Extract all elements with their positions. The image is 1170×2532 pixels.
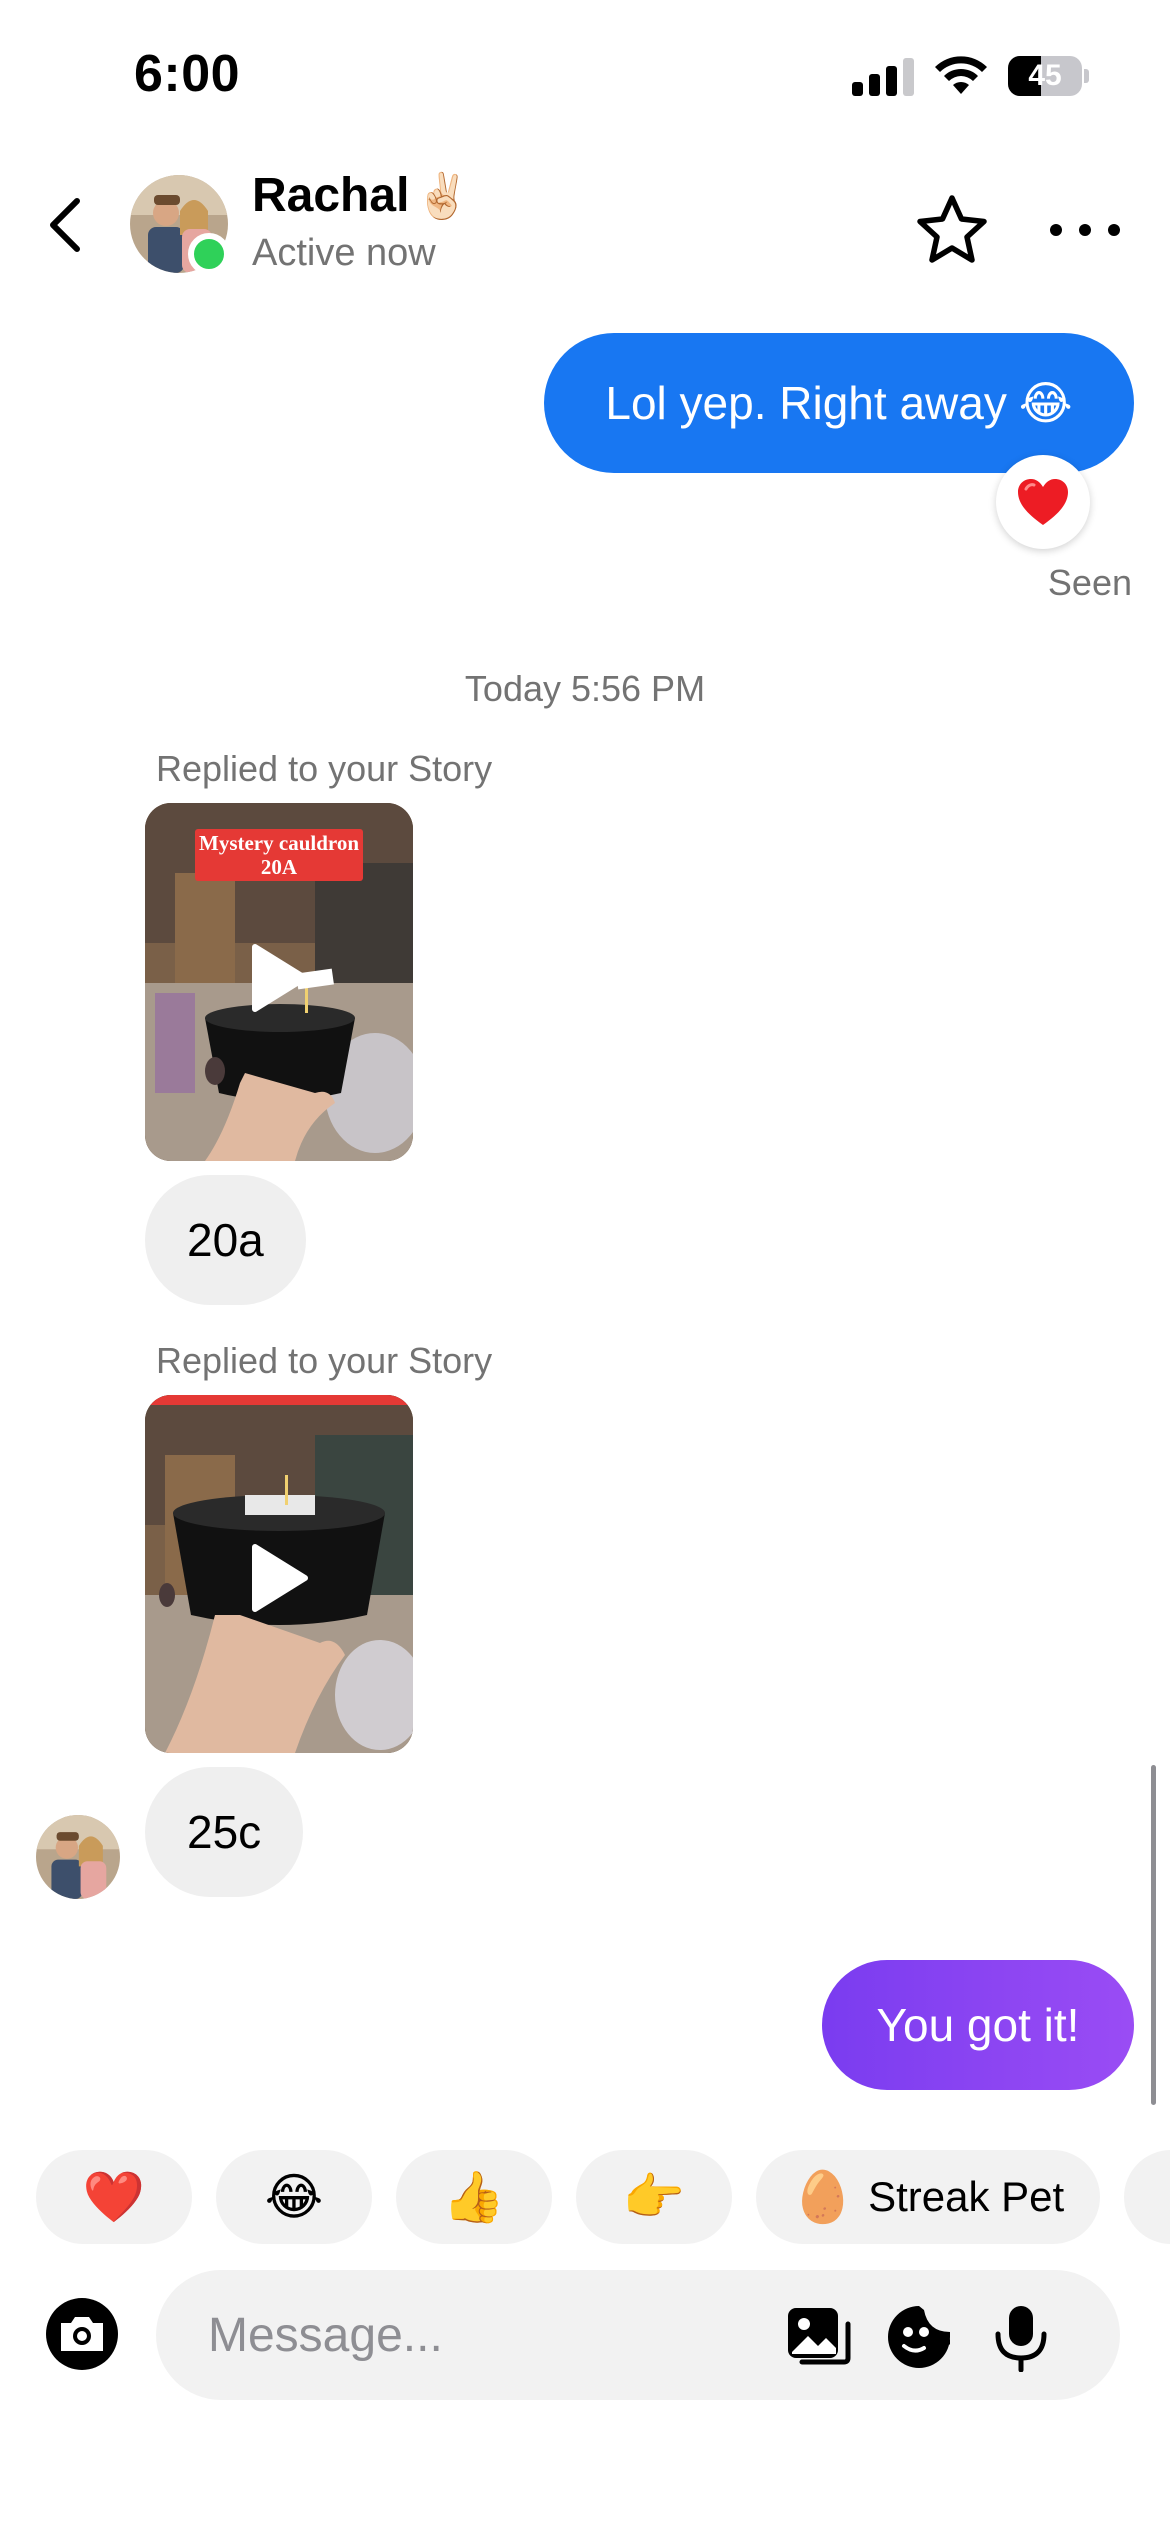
- pointing-hand-icon: 👉: [622, 2167, 686, 2226]
- contact-status: Active now: [252, 232, 436, 274]
- quick-reaction-laughing[interactable]: 😂: [216, 2150, 372, 2244]
- star-outline-icon: [917, 195, 987, 263]
- message-text: Lol yep. Right away: [605, 377, 1007, 429]
- scrollbar[interactable]: [1151, 1765, 1156, 2105]
- contact-name-row[interactable]: Rachal ✌🏻: [252, 168, 470, 223]
- story-thumbnail[interactable]: [145, 1395, 413, 1753]
- microphone-icon[interactable]: [986, 2302, 1056, 2372]
- heart-reaction[interactable]: [996, 455, 1090, 549]
- outgoing-message[interactable]: Lol yep. Right away 😂: [544, 333, 1134, 473]
- battery-level: 45: [1028, 59, 1062, 92]
- egg-icon: 🥚: [791, 2167, 855, 2226]
- sender-avatar[interactable]: [36, 1815, 120, 1899]
- message-timestamp: Today 5:56 PM: [464, 668, 706, 709]
- quick-reaction-pointing[interactable]: 👉: [576, 2150, 732, 2244]
- heart-icon: ❤️: [82, 2167, 146, 2226]
- contact-avatar-button[interactable]: [130, 175, 230, 275]
- quick-reactions-row: ❤️ 😂 👍 👉 🥚 Streak Pet: [36, 2150, 1170, 2244]
- camera-icon: [61, 2317, 103, 2351]
- quick-reaction-more[interactable]: [1124, 2150, 1170, 2244]
- incoming-message[interactable]: 20a: [145, 1175, 306, 1305]
- message-text: 20a: [187, 1214, 264, 1266]
- more-options-button[interactable]: [1050, 190, 1120, 270]
- message-composer: [156, 2270, 1120, 2400]
- play-icon: [252, 1544, 308, 1612]
- status-bar: 6:00 45: [0, 0, 1170, 150]
- message-emoji: 😂: [1018, 376, 1073, 430]
- battery-icon: 45: [1008, 56, 1089, 96]
- message-input[interactable]: [208, 2270, 768, 2400]
- status-time: 6:00: [134, 45, 241, 103]
- story-reply-label: Replied to your Story: [156, 1340, 493, 1381]
- quick-reaction-heart[interactable]: ❤️: [36, 2150, 192, 2244]
- more-horizontal-icon: [1050, 224, 1062, 236]
- chevron-left-icon: [50, 198, 80, 252]
- streak-pet-button[interactable]: 🥚 Streak Pet: [756, 2150, 1100, 2244]
- gallery-icon[interactable]: [782, 2302, 852, 2372]
- story-thumbnail[interactable]: Mystery cauldron 20A: [145, 803, 413, 1161]
- camera-button[interactable]: [46, 2298, 118, 2370]
- online-indicator: [188, 233, 230, 275]
- streak-pet-label: Streak Pet: [868, 2173, 1065, 2220]
- play-icon: [252, 944, 308, 1012]
- favorite-button[interactable]: [912, 190, 992, 270]
- contact-name-emoji: ✌🏻: [415, 170, 471, 222]
- seen-receipt: Seen: [1047, 562, 1132, 603]
- message-text: 25c: [187, 1806, 262, 1858]
- story-reply-label: Replied to your Story: [156, 748, 493, 789]
- heart-icon: [1018, 479, 1068, 525]
- wifi-icon: [935, 56, 987, 94]
- message-text: You got it!: [876, 1999, 1080, 2051]
- story-caption: Mystery cauldron 20A: [195, 829, 363, 881]
- cellular-signal-icon: [852, 58, 914, 96]
- sticker-icon[interactable]: [884, 2302, 954, 2372]
- outgoing-message[interactable]: You got it!: [822, 1960, 1134, 2090]
- incoming-message[interactable]: 25c: [145, 1767, 304, 1897]
- quick-reaction-thumbs-up[interactable]: 👍: [396, 2150, 552, 2244]
- thumbs-up-icon: 👍: [442, 2167, 506, 2226]
- chat-header: Rachal ✌🏻 Active now: [0, 150, 1170, 300]
- back-button[interactable]: [40, 195, 90, 255]
- laughing-face-icon: 😂: [264, 2168, 324, 2226]
- contact-name: Rachal: [252, 169, 410, 222]
